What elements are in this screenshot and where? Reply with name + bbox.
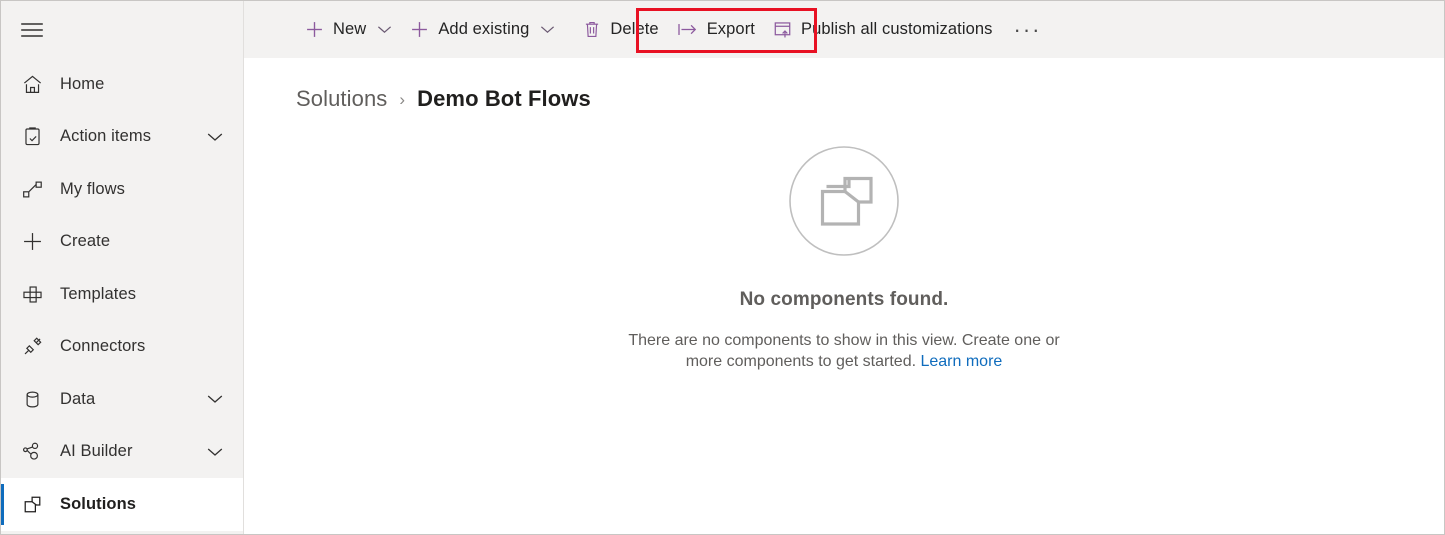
content-panel: Solutions › Demo Bot Flows No components… bbox=[244, 58, 1444, 534]
sidebar-item-create[interactable]: Create bbox=[1, 216, 243, 269]
solutions-icon bbox=[15, 493, 49, 516]
database-icon bbox=[15, 388, 49, 411]
sidebar-item-my-flows[interactable]: My flows bbox=[1, 163, 243, 216]
chevron-down-icon[interactable] bbox=[207, 394, 233, 404]
delete-button-label: Delete bbox=[610, 20, 659, 38]
sidebar-item-action-items[interactable]: Action items bbox=[1, 111, 243, 164]
chevron-right-icon: › bbox=[399, 90, 406, 109]
sidebar-item-home[interactable]: Home bbox=[1, 58, 243, 111]
chevron-down-icon[interactable] bbox=[207, 447, 233, 457]
overflow-menu-icon[interactable]: ··· bbox=[1002, 10, 1054, 50]
flow-icon bbox=[15, 178, 49, 201]
new-button-label: New bbox=[333, 20, 367, 38]
sidebar-item-label: Action items bbox=[60, 127, 152, 146]
connectors-icon bbox=[15, 335, 49, 358]
plus-icon bbox=[305, 20, 324, 39]
delete-button[interactable]: Delete bbox=[574, 10, 667, 50]
no-components-illustration-icon bbox=[788, 145, 900, 257]
power-automate-window: Home Action items My flows Create Templa… bbox=[0, 0, 1445, 535]
trash-icon bbox=[583, 20, 601, 39]
sidebar-item-label: Home bbox=[60, 74, 105, 93]
chevron-down-icon[interactable] bbox=[207, 132, 233, 142]
sidebar-item-ai-builder[interactable]: AI Builder bbox=[1, 426, 243, 479]
sidebar-item-label: Data bbox=[60, 389, 96, 408]
sidebar-item-solutions[interactable]: Solutions bbox=[1, 478, 243, 531]
breadcrumb-current: Demo Bot Flows bbox=[417, 86, 591, 111]
add-existing-button[interactable]: Add existing bbox=[401, 10, 564, 50]
clipboard-check-icon bbox=[15, 125, 49, 148]
breadcrumb-parent-link[interactable]: Solutions bbox=[296, 86, 387, 112]
main-area: New Add existing Delete Export Publish a… bbox=[244, 1, 1444, 534]
plus-icon bbox=[15, 230, 49, 253]
sidebar-header bbox=[1, 1, 243, 58]
empty-state-description: There are no components to show in this … bbox=[609, 330, 1079, 372]
command-bar: New Add existing Delete Export Publish a… bbox=[244, 1, 1444, 58]
publish-button-label: Publish all customizations bbox=[801, 20, 993, 38]
export-button[interactable]: Export bbox=[668, 10, 764, 50]
publish-all-customizations-button[interactable]: Publish all customizations bbox=[764, 10, 1002, 50]
export-icon bbox=[677, 21, 698, 38]
breadcrumb: Solutions › Demo Bot Flows bbox=[244, 58, 1444, 112]
publish-icon bbox=[773, 20, 792, 39]
sidebar-item-label: Create bbox=[60, 232, 111, 251]
empty-state: No components found. There are no compon… bbox=[244, 112, 1444, 534]
empty-state-title: No components found. bbox=[739, 289, 949, 310]
home-icon bbox=[15, 73, 49, 96]
sidebar-item-label: Templates bbox=[60, 284, 137, 303]
chevron-down-icon[interactable] bbox=[377, 25, 392, 34]
sidebar-nav-list: Home Action items My flows Create Templa… bbox=[1, 58, 243, 531]
sidebar-item-label: Solutions bbox=[60, 494, 137, 513]
export-button-label: Export bbox=[706, 20, 755, 38]
sidebar-item-connectors[interactable]: Connectors bbox=[1, 321, 243, 374]
add-existing-button-label: Add existing bbox=[438, 20, 530, 38]
sidebar-filler bbox=[1, 530, 243, 534]
sidebar-item-label: AI Builder bbox=[60, 442, 133, 461]
plus-icon bbox=[410, 20, 429, 39]
sidebar-item-label: Connectors bbox=[60, 337, 146, 356]
ai-builder-icon bbox=[15, 440, 49, 463]
left-navigation-sidebar: Home Action items My flows Create Templa… bbox=[1, 1, 244, 534]
sidebar-item-data[interactable]: Data bbox=[1, 373, 243, 426]
learn-more-link[interactable]: Learn more bbox=[920, 353, 1002, 370]
hamburger-menu-icon[interactable] bbox=[15, 13, 49, 47]
chevron-down-icon[interactable] bbox=[540, 25, 555, 34]
templates-icon bbox=[15, 283, 49, 306]
sidebar-item-templates[interactable]: Templates bbox=[1, 268, 243, 321]
sidebar-item-label: My flows bbox=[60, 179, 125, 198]
new-button[interactable]: New bbox=[296, 10, 401, 50]
